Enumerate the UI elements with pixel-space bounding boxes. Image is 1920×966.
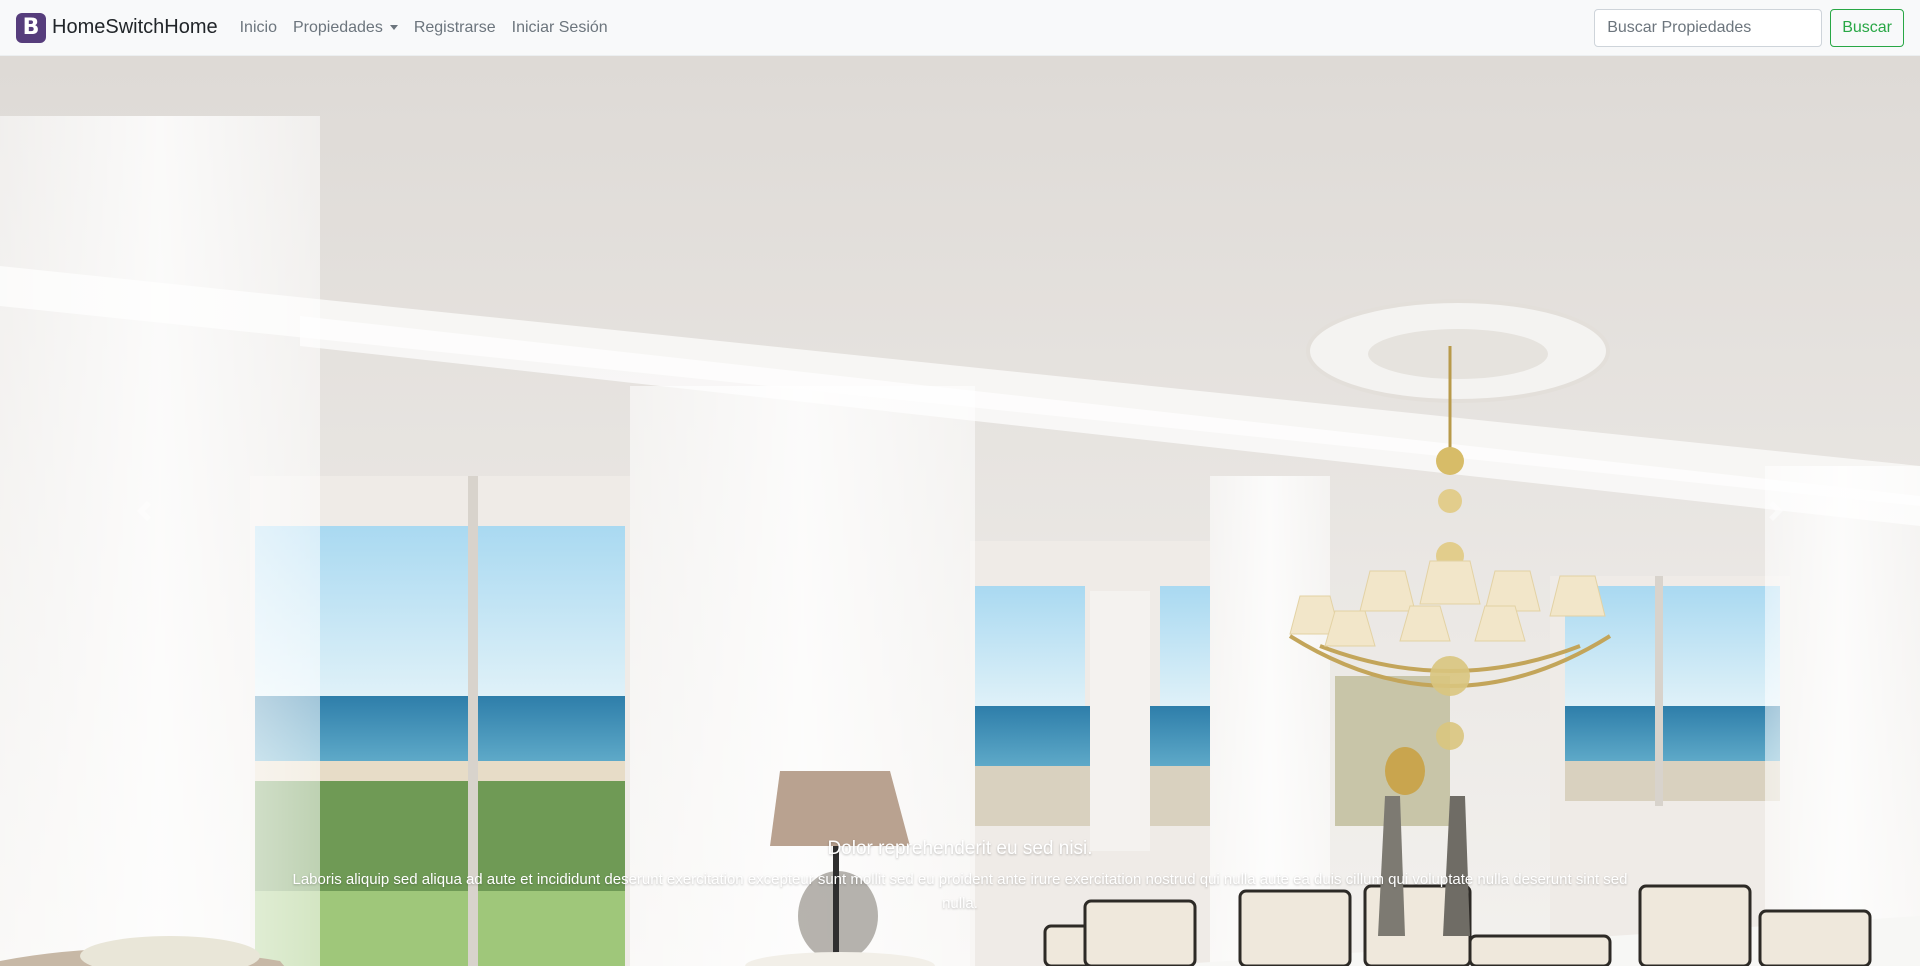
hero-carousel: Dolor reprehenderit eu sed nisi. Laboris…: [0, 56, 1920, 966]
nav-dropdown-properties[interactable]: Propiedades: [293, 19, 398, 37]
caption-text: Laboris aliquip sed aliqua ad aute et in…: [292, 871, 1628, 912]
brand-name: HomeSwitchHome: [52, 16, 218, 38]
caret-down-icon: [389, 25, 398, 30]
nav-link-register[interactable]: Registrarse: [414, 19, 496, 37]
caption-title: Dolor reprehenderit eu sed nisi.: [827, 838, 1093, 859]
main-nav: Inicio Propiedades Registrarse Iniciar S…: [232, 19, 616, 37]
carousel-caption: Dolor reprehenderit eu sed nisi. Laboris…: [288, 838, 1632, 916]
search-button[interactable]: Buscar: [1830, 9, 1904, 47]
search-input[interactable]: [1594, 9, 1823, 47]
search-form: Buscar: [1594, 9, 1904, 47]
top-navbar: B HomeSwitchHome Inicio Propiedades Regi…: [0, 0, 1920, 56]
nav-dropdown-properties-label: Propiedades: [292, 18, 383, 36]
chevron-left-icon: [137, 501, 151, 521]
nav-link-home[interactable]: Inicio: [240, 19, 277, 37]
bootstrap-logo-icon: B: [16, 12, 46, 43]
carousel-prev-control[interactable]: [0, 56, 288, 966]
brand-link[interactable]: B HomeSwitchHome: [16, 12, 218, 43]
chevron-right-icon: [1769, 501, 1783, 521]
nav-link-login[interactable]: Iniciar Sesión: [512, 19, 608, 37]
carousel-next-control[interactable]: [1632, 56, 1920, 966]
